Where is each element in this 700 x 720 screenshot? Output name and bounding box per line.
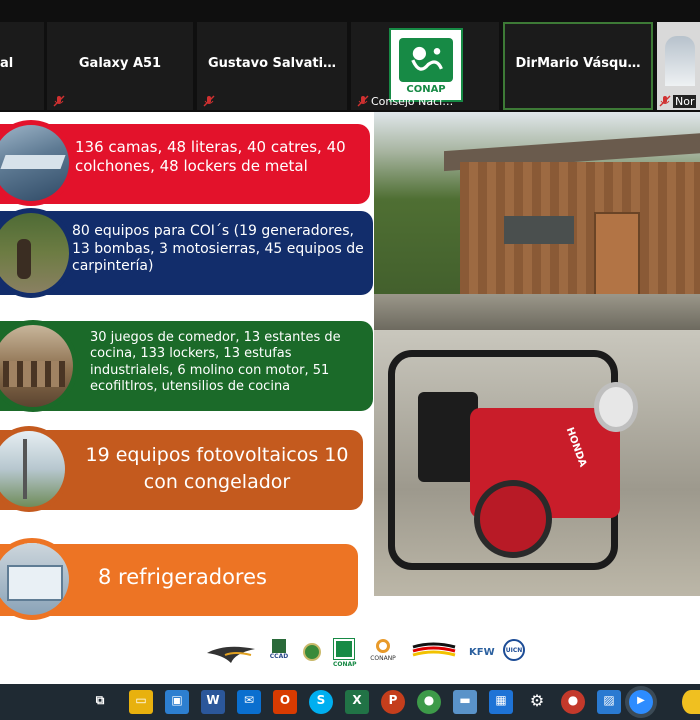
zoom-icon[interactable]: ▶ bbox=[629, 690, 653, 714]
participant-strip: al Galaxy A51 Gustavo Salvati… CONAP Con… bbox=[0, 0, 700, 112]
photos-icon[interactable]: ▨ bbox=[597, 690, 621, 714]
uicn-logo: UICN bbox=[503, 639, 525, 661]
participant-tile[interactable]: CONAP Consejo Naci… bbox=[351, 22, 499, 110]
item-text: 136 camas, 48 literas, 40 catres, 40 col… bbox=[75, 138, 346, 175]
bird-logo-icon bbox=[207, 646, 255, 663]
participant-name: Gustavo Salvati… bbox=[207, 56, 337, 71]
office-icon[interactable]: O bbox=[273, 690, 297, 714]
store-icon[interactable]: ▣ bbox=[165, 690, 189, 714]
item-photo bbox=[0, 320, 78, 412]
participant-tile[interactable]: al bbox=[0, 22, 44, 110]
calendar-icon[interactable]: ▦ bbox=[489, 690, 513, 714]
mail-icon[interactable]: ✉ bbox=[237, 690, 261, 714]
muted-mic-icon bbox=[203, 95, 215, 107]
item-photo bbox=[0, 120, 74, 206]
participant-video bbox=[665, 36, 695, 86]
green-seal-icon bbox=[303, 643, 321, 661]
task-view-icon[interactable]: ⧉ bbox=[88, 690, 112, 714]
item-text: 30 juegos de comedor, 13 estantes de coc… bbox=[90, 330, 341, 394]
muted-mic-icon bbox=[53, 95, 65, 107]
participant-tile-active-speaker[interactable]: DirMario Vásqu… bbox=[503, 22, 653, 110]
settings-icon[interactable]: ⚙ bbox=[525, 690, 549, 714]
participant-name: DirMario Vásqu… bbox=[515, 56, 641, 71]
file-explorer-icon[interactable]: ▭ bbox=[129, 690, 153, 714]
monkey-icon bbox=[411, 46, 443, 71]
laptop-icon[interactable]: ▬ bbox=[453, 690, 477, 714]
participant-tile[interactable]: Nor bbox=[657, 22, 700, 110]
item-text: 8 refrigeradores bbox=[98, 565, 267, 589]
participant-name: Consejo Naci… bbox=[371, 95, 454, 108]
notification-icon[interactable] bbox=[682, 690, 700, 714]
chrome-profile-icon[interactable]: ● bbox=[561, 690, 585, 714]
cooperacion-alemana-flag-icon bbox=[412, 642, 456, 657]
chrome-icon[interactable]: ● bbox=[417, 690, 441, 714]
conap-logo: CONAP bbox=[389, 28, 463, 102]
kfw-logo: KFW bbox=[469, 647, 495, 658]
skype-icon[interactable]: S bbox=[309, 690, 333, 714]
ccad-logo: CCAD bbox=[269, 639, 289, 667]
participant-name: Galaxy A51 bbox=[78, 56, 162, 71]
conap-logo-text: CONAP bbox=[406, 84, 446, 95]
powerpoint-icon[interactable]: P bbox=[381, 690, 405, 714]
excel-icon[interactable]: X bbox=[345, 690, 369, 714]
muted-mic-icon bbox=[659, 95, 671, 107]
cabin-photo bbox=[374, 112, 700, 330]
item-photo bbox=[0, 538, 74, 620]
taskbar: ⧉ ▭ ▣ W ✉ O S X P ● ▬ ▦ ⚙ ● ▨ ▶ bbox=[0, 684, 700, 720]
conap-small-logo: CONAP bbox=[333, 639, 357, 668]
item-text: 80 equipos para COI´s (19 generadores, 1… bbox=[72, 223, 364, 274]
item-text: 19 equipos fotovoltaicos 10 con congelad… bbox=[85, 444, 349, 493]
participant-tile[interactable]: Gustavo Salvati… bbox=[197, 22, 347, 110]
participant-name: al bbox=[0, 56, 14, 71]
word-icon[interactable]: W bbox=[201, 690, 225, 714]
muted-mic-icon bbox=[357, 95, 369, 107]
water-pump-photo: HONDA bbox=[374, 330, 700, 596]
participant-tile[interactable]: Galaxy A51 bbox=[47, 22, 193, 110]
item-photo bbox=[0, 426, 70, 512]
shared-slide: 136 camas, 48 literas, 40 catres, 40 col… bbox=[0, 112, 700, 684]
participant-name: Nor bbox=[673, 95, 697, 108]
conanp-logo: CONANP bbox=[365, 639, 401, 667]
item-photo bbox=[0, 208, 74, 298]
